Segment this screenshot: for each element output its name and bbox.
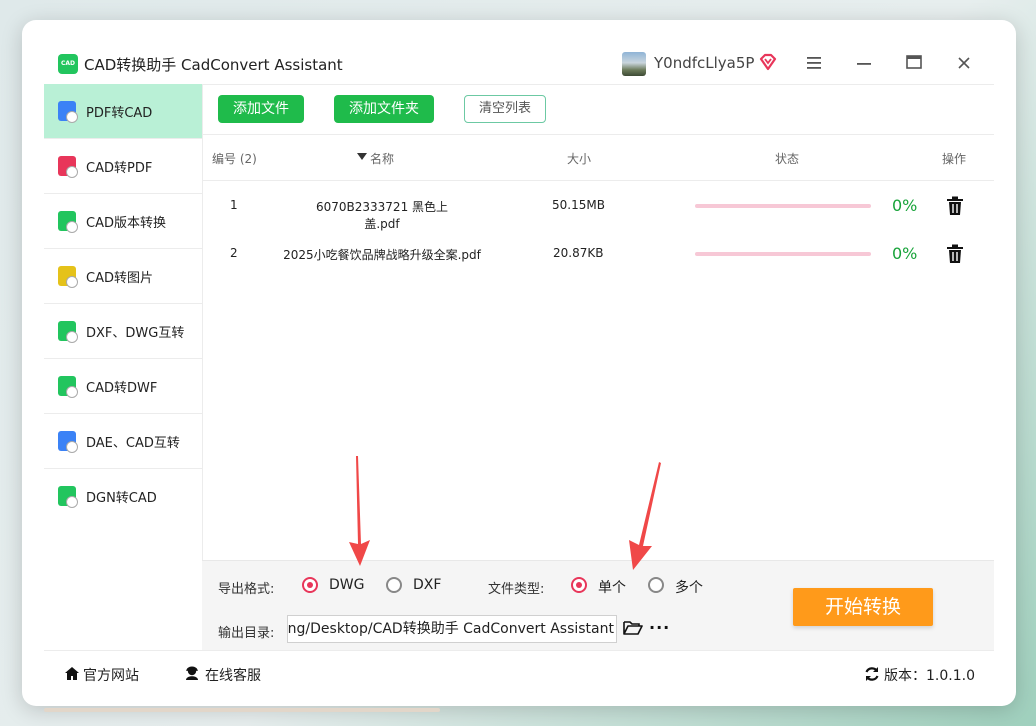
file-type-single-label[interactable]: 单个 (598, 577, 626, 597)
row-index: 1 (230, 198, 238, 212)
add-file-button[interactable]: 添加文件 (218, 95, 304, 123)
col-action: 操作 (942, 152, 967, 166)
col-size[interactable]: 大小 (567, 150, 591, 167)
export-format-label: 导出格式: (218, 582, 275, 597)
app-window: CAD CAD转换助手 CadConvert Assistant Y0ndfcL… (44, 42, 994, 695)
row-size: 50.15MB (552, 198, 605, 212)
sidebar-item-label: DAE、CAD互转 (86, 436, 180, 451)
sidebar-item-label: PDF转CAD (86, 106, 153, 121)
sidebar-item-label: DXF、DWG互转 (86, 326, 185, 341)
file-type-multiple-radio[interactable] (648, 577, 664, 593)
row-name: 2025小吃餐饮品牌战略升级全案.pdf (283, 248, 481, 262)
sidebar-item-dxf-dwg[interactable]: DXF、DWG互转 (44, 304, 202, 359)
folder-open-icon[interactable] (623, 620, 643, 636)
sidebar-item-label: CAD版本转换 (86, 216, 166, 231)
format-dxf-label[interactable]: DXF (413, 577, 441, 593)
customer-service-icon[interactable] (184, 665, 200, 681)
table-row[interactable]: 1 6070B2333721 黑色上盖.pdf 50.15MB 0% (202, 182, 994, 231)
toolbar: 添加文件 添加文件夹 清空列表 (202, 84, 994, 135)
table-header: 编号 (2) 名称 大小 状态 操作 (202, 134, 994, 181)
progress-percent: 0% (892, 244, 918, 263)
minimize-icon[interactable] (850, 50, 878, 78)
cad-to-dwf-icon (58, 376, 78, 398)
annotation-arrow-left (349, 456, 370, 566)
refresh-icon[interactable] (864, 666, 880, 682)
output-dir-value: C:/Users/xiaohuang/Desktop/CAD转换助手 CadCo… (287, 621, 614, 637)
sidebar-item-dae-cad[interactable]: DAE、CAD互转 (44, 414, 202, 469)
cad-to-pdf-icon (58, 156, 78, 178)
add-folder-button[interactable]: 添加文件夹 (334, 95, 434, 123)
output-dir-label: 输出目录: (218, 626, 275, 641)
sidebar-item-cad-to-pdf[interactable]: CAD转PDF (44, 139, 202, 194)
sidebar-item-label: DGN转CAD (86, 491, 157, 506)
row-size: 20.87KB (553, 246, 604, 260)
dgn-to-cad-icon (58, 486, 78, 508)
dxf-dwg-icon (58, 321, 78, 343)
progress-percent: 0% (892, 196, 918, 215)
options-panel: 导出格式: DWG DXF 文件类型: 单个 多个 输出目录: C:/Users… (202, 560, 994, 651)
official-website-link[interactable]: 官方网站 (83, 665, 139, 685)
file-type-label: 文件类型: (488, 582, 545, 597)
delete-trash-icon[interactable] (946, 244, 964, 264)
sidebar-item-dgn-to-cad[interactable]: DGN转CAD (44, 469, 202, 523)
sidebar-item-cad-to-dwf[interactable]: CAD转DWF (44, 359, 202, 414)
footer-bar: 官方网站 在线客服 版本：1.0.1.0 (44, 650, 994, 695)
username[interactable]: Y0ndfcLlya5P (654, 54, 754, 72)
sidebar-item-label: CAD转PDF (86, 161, 153, 176)
title-bar: CAD CAD转换助手 CadConvert Assistant Y0ndfcL… (44, 42, 994, 85)
cad-to-image-icon (58, 266, 78, 288)
online-support-link[interactable]: 在线客服 (205, 665, 261, 685)
sidebar-item-pdf-to-cad[interactable]: PDF转CAD (44, 84, 202, 139)
start-convert-button[interactable]: 开始转换 (793, 588, 933, 626)
format-dwg-radio[interactable] (302, 577, 318, 593)
sidebar-item-cad-version[interactable]: CAD版本转换 (44, 194, 202, 249)
app-logo-icon: CAD (58, 54, 78, 74)
user-avatar[interactable] (622, 52, 646, 76)
sidebar-item-label: CAD转图片 (86, 271, 153, 286)
clear-list-button[interactable]: 清空列表 (464, 95, 546, 123)
row-name: 6070B2333721 黑色上盖.pdf (315, 200, 449, 231)
file-type-single-radio[interactable] (571, 577, 587, 593)
more-options-icon[interactable]: ··· (649, 618, 670, 637)
sidebar-item-cad-to-image[interactable]: CAD转图片 (44, 249, 202, 304)
col-name[interactable]: 名称 (370, 150, 394, 167)
sidebar: PDF转CAD CAD转PDF CAD版本转换 CAD转图片 DXF、DWG互转… (44, 84, 203, 650)
annotation-arrow-right (629, 462, 661, 570)
row-index: 2 (230, 246, 238, 260)
home-icon[interactable] (64, 666, 80, 681)
vip-diamond-icon[interactable] (758, 52, 778, 72)
dae-cad-icon (58, 431, 78, 453)
pdf-to-cad-icon (58, 101, 78, 123)
format-dwg-label[interactable]: DWG (329, 577, 364, 593)
app-title: CAD转换助手 CadConvert Assistant (84, 56, 343, 74)
table-row[interactable]: 2 2025小吃餐饮品牌战略升级全案.pdf 20.87KB 0% (202, 230, 994, 278)
taskbar-strip (44, 708, 440, 712)
progress-bar (695, 204, 871, 208)
sort-down-icon[interactable] (357, 150, 367, 164)
col-index[interactable]: 编号 (2) (212, 150, 257, 167)
cad-version-icon (58, 211, 78, 233)
version-label: 版本：1.0.1.0 (884, 668, 975, 684)
format-dxf-radio[interactable] (386, 577, 402, 593)
file-type-multiple-label[interactable]: 多个 (675, 577, 703, 597)
output-dir-field[interactable]: C:/Users/xiaohuang/Desktop/CAD转换助手 CadCo… (287, 615, 617, 643)
delete-trash-icon[interactable] (946, 196, 964, 216)
sidebar-item-label: CAD转DWF (86, 381, 158, 396)
close-icon[interactable] (950, 50, 978, 78)
menu-icon[interactable] (800, 50, 828, 78)
col-status: 状态 (775, 152, 800, 166)
progress-bar (695, 252, 871, 256)
maximize-icon[interactable] (900, 50, 928, 78)
